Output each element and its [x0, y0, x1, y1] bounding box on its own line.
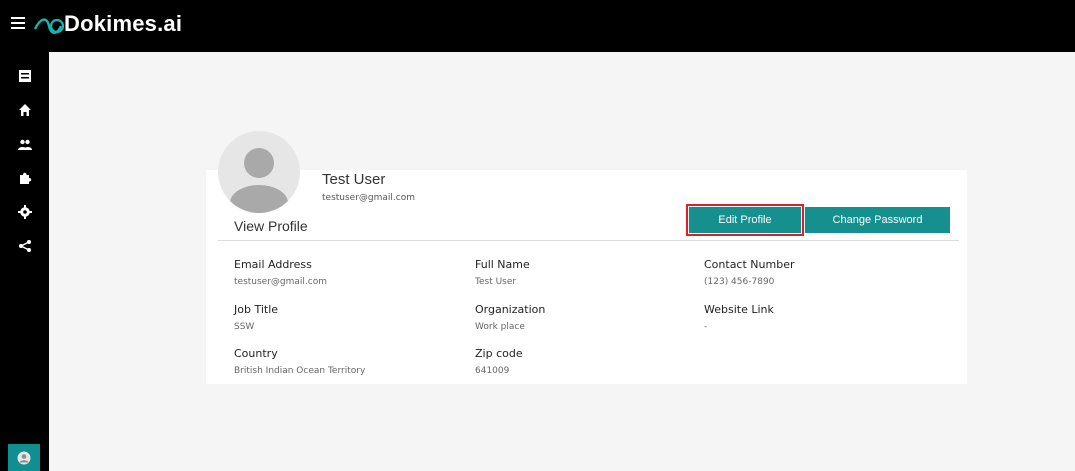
edit-profile-button[interactable]: Edit Profile	[686, 204, 804, 236]
change-password-button[interactable]: Change Password	[805, 207, 950, 233]
profile-avatar	[218, 131, 300, 213]
country-label: Country	[234, 347, 278, 360]
home-icon[interactable]	[0, 100, 49, 120]
zip-label: Zip code	[475, 347, 523, 360]
zip-value: 641009	[475, 366, 510, 376]
email-value: testuser@gmail.com	[234, 277, 327, 287]
brand-name[interactable]: Dokimes.ai	[64, 11, 182, 37]
menu-icon[interactable]	[11, 17, 25, 29]
settings-icon[interactable]	[0, 202, 49, 222]
organization-label: Organization	[475, 303, 546, 316]
dashboard-icon[interactable]	[0, 66, 49, 86]
section-title: View Profile	[234, 218, 308, 234]
organization-value: Work place	[475, 322, 525, 332]
website-label: Website Link	[704, 303, 774, 316]
user-avatar-button[interactable]	[8, 444, 40, 471]
divider	[218, 240, 959, 241]
top-bar: Dokimes.ai	[0, 0, 1075, 52]
extension-icon[interactable]	[0, 168, 49, 188]
user-name: Test User	[322, 171, 386, 188]
fullname-value: Test User	[475, 277, 517, 287]
people-icon[interactable]	[0, 134, 49, 154]
user-icon	[17, 451, 31, 464]
website-value: -	[704, 322, 708, 332]
sidebar	[0, 52, 49, 471]
job-title-value: SSW	[234, 322, 255, 332]
contact-label: Contact Number	[704, 258, 795, 271]
email-label: Email Address	[234, 258, 312, 271]
fullname-label: Full Name	[475, 258, 530, 271]
contact-value: (123) 456-7890	[704, 277, 775, 287]
user-icon	[230, 148, 288, 213]
country-value: British Indian Ocean Territory	[234, 366, 366, 376]
job-title-label: Job Title	[234, 303, 279, 316]
user-email: testuser@gmail.com	[322, 193, 415, 203]
share-icon[interactable]	[0, 236, 49, 256]
